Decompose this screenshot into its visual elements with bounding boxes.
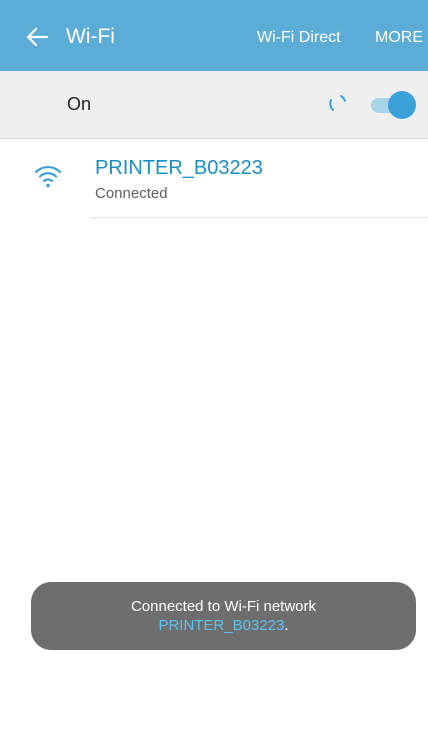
arrow-left-icon [26, 27, 48, 47]
network-status: Connected [95, 185, 168, 202]
toast-message: Connected to Wi-Fi network PRINTER_B0322… [31, 582, 416, 650]
list-divider [90, 217, 428, 218]
page-title: Wi-Fi [66, 25, 115, 48]
back-button[interactable] [22, 22, 52, 52]
wifi-switch-bar[interactable]: On [0, 71, 428, 139]
app-bar: Wi-Fi Wi-Fi Direct MORE [0, 0, 428, 71]
toast-line-2: PRINTER_B03223. [31, 616, 416, 635]
toggle-thumb [388, 91, 416, 119]
wifi-toggle[interactable] [371, 90, 416, 119]
toast-line-1: Connected to Wi-Fi network [130, 598, 317, 615]
loading-spinner-icon [329, 95, 346, 111]
wifi-signal-icon [34, 165, 62, 188]
more-button[interactable]: MORE [375, 27, 423, 49]
toast-network-name: PRINTER_B03223 [158, 617, 285, 634]
switch-label: On [67, 94, 92, 114]
network-name: PRINTER_B03223 [95, 157, 263, 179]
toast-period: . [284, 617, 289, 634]
network-list-item[interactable]: PRINTER_B03223 Connected [0, 140, 428, 218]
wifi-direct-button[interactable]: Wi-Fi Direct [257, 27, 341, 49]
